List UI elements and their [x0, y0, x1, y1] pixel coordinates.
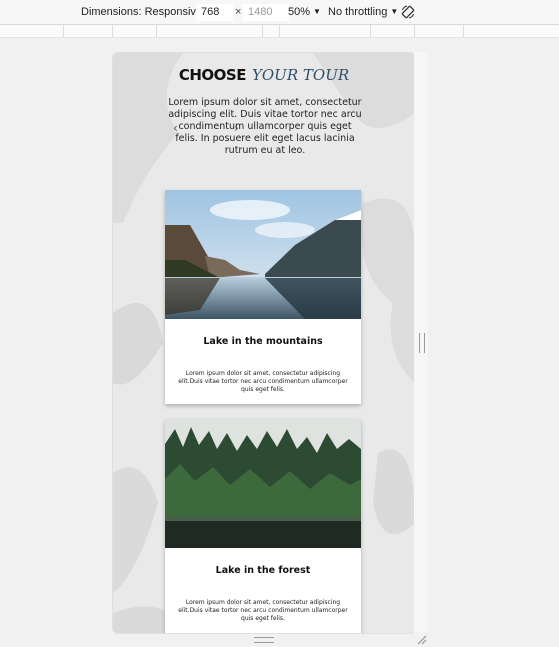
intro-paragraph: Lorem ipsum dolor sit amet, consectetur … — [168, 97, 362, 156]
zoom-label: 50% — [288, 6, 311, 18]
forest-lake-image — [165, 419, 361, 548]
times-sign: × — [235, 6, 242, 18]
throttling-label: No throttling — [328, 6, 388, 18]
resize-handle-right[interactable] — [419, 333, 425, 353]
resize-corner-icon[interactable] — [414, 632, 428, 646]
card-title: Lake in the mountains — [203, 336, 323, 347]
rotate-icon[interactable] — [400, 4, 416, 20]
carousel-prev-button[interactable]: ‹ — [173, 121, 178, 135]
mountain-lake-image — [165, 190, 361, 319]
card-title: Lake in the forest — [215, 565, 311, 576]
page-title: CHOOSE YOUR TOUR — [113, 65, 415, 85]
device-toolbar: Dimensions: Responsive▼ 768 × 1480 50%▼ … — [0, 0, 559, 25]
height-input[interactable]: 1480 — [243, 4, 289, 21]
tour-card[interactable]: Lake in the mountains Lorem ipsum dolor … — [165, 190, 361, 404]
tour-card[interactable]: Lake in the forest Lorem ipsum dolor sit… — [165, 419, 361, 633]
title-script: YOUR TOUR — [251, 66, 350, 84]
title-bold: CHOOSE — [178, 66, 247, 84]
caret-down-icon: ▼ — [313, 7, 321, 16]
card-description: Lorem ipsum dolor sit amet, consectetur … — [178, 370, 348, 393]
caret-down-icon: ▼ — [390, 7, 399, 16]
card-description: Lorem ipsum dolor sit amet, consectetur … — [178, 599, 348, 622]
media-query-ruler — [0, 25, 559, 38]
device-viewport: CHOOSE YOUR TOUR Lorem ipsum dolor sit am… — [112, 52, 416, 634]
width-input[interactable]: 768 — [196, 4, 233, 21]
resize-handle-bottom[interactable] — [254, 637, 274, 643]
dimensions-dropdown[interactable]: Dimensions: Responsive▼ — [81, 4, 213, 20]
carousel-next-button[interactable]: › — [234, 121, 239, 135]
dimensions-label: Dimensions: Responsive — [81, 6, 203, 18]
zoom-dropdown[interactable]: 50% ▼ — [288, 4, 321, 20]
throttling-dropdown[interactable]: No throttling ▼ — [328, 4, 398, 20]
